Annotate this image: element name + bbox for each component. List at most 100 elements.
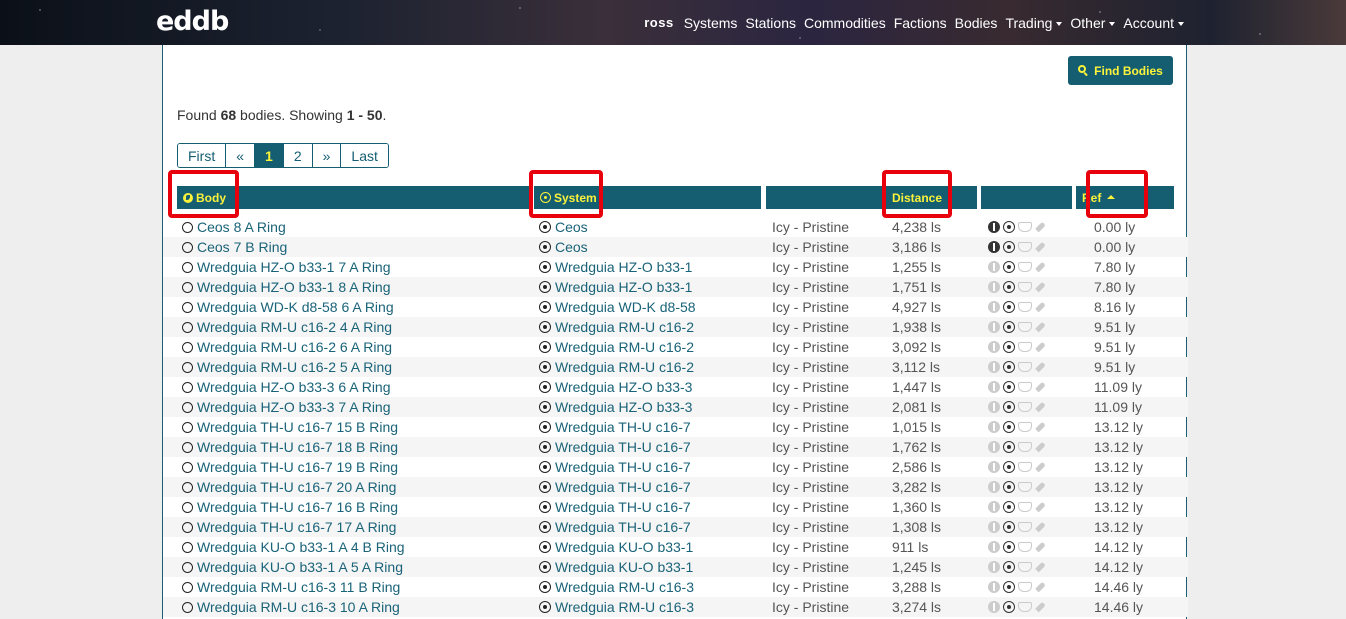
- body-link[interactable]: Wredguia HZ-O b33-1 8 A Ring: [182, 277, 391, 297]
- feature-icons: [988, 477, 1047, 497]
- rocket-icon: [1035, 381, 1047, 393]
- system-link[interactable]: Wredguia RM-U c16-3: [539, 597, 694, 617]
- body-link[interactable]: Wredguia TH-U c16-7 15 B Ring: [182, 417, 398, 437]
- body-link[interactable]: Ceos 7 B Ring: [182, 237, 287, 257]
- results-range: 1 - 50: [346, 107, 383, 123]
- page-next[interactable]: »: [312, 144, 342, 167]
- orbit-icon: [1003, 601, 1015, 613]
- body-link[interactable]: Wredguia HZ-O b33-1 7 A Ring: [182, 257, 391, 277]
- body-link[interactable]: Wredguia RM-U c16-2 5 A Ring: [182, 357, 392, 377]
- body-link[interactable]: Wredguia HZ-O b33-3 6 A Ring: [182, 377, 391, 397]
- body-type: Icy - Pristine: [772, 259, 850, 275]
- caret-down-icon: [1109, 21, 1116, 26]
- nav-bodies[interactable]: Bodies: [951, 15, 1002, 31]
- column-header-distance[interactable]: Distance: [886, 186, 977, 209]
- body-link[interactable]: Ceos 8 A Ring: [182, 217, 286, 237]
- nav-account-dropdown[interactable]: Account: [1119, 15, 1188, 31]
- feature-icons: [988, 597, 1047, 617]
- body-link[interactable]: Wredguia TH-U c16-7 16 B Ring: [182, 497, 398, 517]
- body-link[interactable]: Wredguia TH-U c16-7 18 B Ring: [182, 437, 398, 457]
- caret-down-icon: [1178, 21, 1184, 26]
- nav-brand-ross[interactable]: ross: [640, 15, 679, 30]
- system-link[interactable]: Wredguia TH-U c16-7: [539, 417, 691, 437]
- body-link[interactable]: Wredguia KU-O b33-1 A 4 B Ring: [182, 537, 405, 557]
- system-link[interactable]: Ceos: [539, 217, 588, 237]
- nav-trading-dropdown[interactable]: Trading: [1001, 15, 1066, 31]
- orbit-icon: [1003, 561, 1015, 573]
- column-header-system[interactable]: System: [534, 186, 761, 209]
- page-last[interactable]: Last: [341, 144, 388, 167]
- landable-icon: [988, 601, 1000, 613]
- system-link[interactable]: Wredguia TH-U c16-7: [539, 497, 691, 517]
- system-link[interactable]: Wredguia TH-U c16-7: [539, 437, 691, 457]
- diamond-icon: [1018, 442, 1032, 452]
- body-name: Wredguia RM-U c16-2 4 A Ring: [197, 319, 393, 335]
- system-link[interactable]: Ceos: [539, 237, 588, 257]
- ring-icon: [182, 361, 193, 373]
- page-2[interactable]: 2: [283, 144, 313, 167]
- diamond-icon: [1018, 502, 1032, 512]
- column-header-ref[interactable]: Ref: [1076, 186, 1174, 209]
- orbit-icon: [1003, 401, 1015, 413]
- body-link[interactable]: Wredguia RM-U c16-2 6 A Ring: [182, 337, 392, 357]
- rocket-icon: [1035, 321, 1047, 333]
- rocket-icon: [1035, 261, 1047, 273]
- nav-other-dropdown[interactable]: Other: [1066, 15, 1119, 31]
- column-header-body[interactable]: Body: [177, 186, 530, 209]
- body-link[interactable]: Wredguia TH-U c16-7 20 A Ring: [182, 477, 396, 497]
- ring-icon: [182, 401, 193, 413]
- page-first[interactable]: First: [178, 144, 227, 167]
- system-link[interactable]: Wredguia HZ-O b33-3: [539, 377, 692, 397]
- nav-commodities[interactable]: Commodities: [800, 15, 890, 31]
- system-link[interactable]: Wredguia RM-U c16-3: [539, 577, 694, 597]
- nav-stations[interactable]: Stations: [741, 15, 800, 31]
- find-bodies-button[interactable]: Find Bodies: [1068, 56, 1173, 85]
- body-link[interactable]: Wredguia TH-U c16-7 17 A Ring: [182, 517, 396, 537]
- system-link[interactable]: Wredguia KU-O b33-1: [539, 537, 693, 557]
- system-link[interactable]: Wredguia WD-K d8-58: [539, 297, 696, 317]
- body-link[interactable]: Wredguia KU-O b33-1 A 5 A Ring: [182, 557, 403, 577]
- system-link[interactable]: Wredguia TH-U c16-7: [539, 457, 691, 477]
- system-link[interactable]: Wredguia HZ-O b33-3: [539, 397, 692, 417]
- body-type: Icy - Pristine: [772, 379, 850, 395]
- body-link[interactable]: Wredguia RM-U c16-3 11 B Ring: [182, 577, 400, 597]
- system-link[interactable]: Wredguia TH-U c16-7: [539, 477, 691, 497]
- ref-distance: 9.51 ly: [1094, 359, 1136, 375]
- diamond-icon: [1018, 302, 1032, 312]
- system-name: Wredguia HZ-O b33-1: [555, 259, 693, 275]
- diamond-icon: [1018, 542, 1032, 552]
- system-icon: [539, 581, 551, 593]
- feature-icons: [988, 457, 1047, 477]
- system-link[interactable]: Wredguia KU-O b33-1: [539, 557, 693, 577]
- eddb-logo[interactable]: eddb: [156, 8, 229, 35]
- body-link[interactable]: Wredguia RM-U c16-2 4 A Ring: [182, 317, 392, 337]
- system-link[interactable]: Wredguia TH-U c16-7: [539, 517, 691, 537]
- body-link[interactable]: Wredguia HZ-O b33-3 7 A Ring: [182, 397, 391, 417]
- page-1[interactable]: 1: [255, 144, 284, 167]
- ring-icon: [182, 501, 193, 513]
- ref-distance: 14.12 ly: [1094, 539, 1144, 555]
- summary-middle: bodies. Showing: [236, 107, 347, 123]
- arrival-distance: 3,186 ls: [892, 239, 942, 255]
- system-link[interactable]: Wredguia HZ-O b33-1: [539, 277, 692, 297]
- ring-icon: [182, 561, 193, 573]
- pagination: First « 1 2 » Last: [177, 143, 389, 168]
- ring-icon: [182, 261, 193, 273]
- body-link[interactable]: Wredguia TH-U c16-7 19 B Ring: [182, 457, 398, 477]
- feature-icons: [988, 417, 1047, 437]
- orbit-icon: [1003, 581, 1015, 593]
- body-link[interactable]: Wredguia WD-K d8-58 6 A Ring: [182, 297, 394, 317]
- nav-factions[interactable]: Factions: [890, 15, 951, 31]
- page-prev[interactable]: «: [226, 144, 256, 167]
- system-link[interactable]: Wredguia RM-U c16-2: [539, 357, 694, 377]
- ring-icon: [182, 481, 193, 493]
- body-link[interactable]: Wredguia RM-U c16-3 10 A Ring: [182, 597, 400, 617]
- find-bodies-label: Find Bodies: [1094, 63, 1163, 78]
- system-link[interactable]: Wredguia RM-U c16-2: [539, 337, 694, 357]
- system-link[interactable]: Wredguia HZ-O b33-1: [539, 257, 692, 277]
- nav-systems[interactable]: Systems: [680, 15, 742, 31]
- system-link[interactable]: Wredguia RM-U c16-2: [539, 317, 694, 337]
- ring-icon: [182, 601, 193, 613]
- body-name: Wredguia TH-U c16-7 17 A Ring: [197, 519, 397, 535]
- diamond-icon: [1018, 242, 1032, 252]
